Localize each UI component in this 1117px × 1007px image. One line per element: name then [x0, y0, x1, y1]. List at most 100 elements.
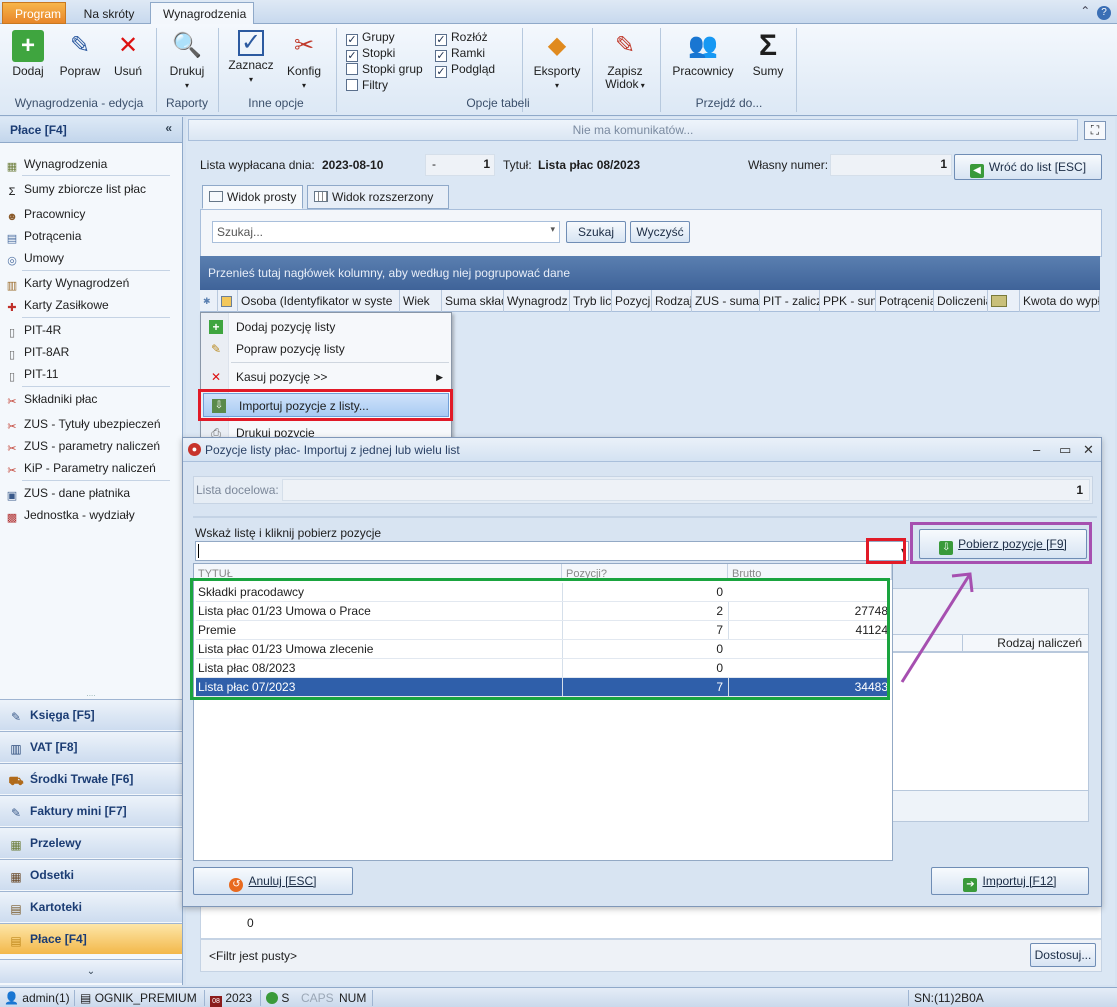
- sidebar-item-16[interactable]: ▩ Jednostka - wydziały: [4, 505, 170, 525]
- menu-item-kasuj[interactable]: ✕ Kasuj pozycję >> ▶: [201, 365, 451, 389]
- caps-indicator: CAPS: [301, 991, 334, 1005]
- popraw-label: Popraw: [59, 64, 101, 78]
- tab-widok-rozszerzony[interactable]: Widok rozszerzony: [307, 185, 449, 209]
- sidebar-item-3[interactable]: ☻ Pracownicy: [4, 204, 170, 224]
- help-icon[interactable]: ?: [1097, 6, 1111, 20]
- drukuj-button[interactable]: 🔍 Drukuj ▾: [166, 30, 208, 92]
- tab-na-skroty[interactable]: Na skróty: [70, 2, 148, 24]
- sidebar-item-15[interactable]: ▣ ZUS - dane płatnika: [4, 483, 170, 503]
- menu-item-drukuj[interactable]: ⎙ Drukuj pozycje: [201, 421, 451, 437]
- menu-item-popraw[interactable]: ✎ Popraw pozycję listy: [201, 337, 451, 361]
- zaznacz-button[interactable]: ✓ Zaznacz ▾: [228, 30, 274, 86]
- sidebar-item-13[interactable]: ✂ ZUS - parametry naliczeń: [4, 436, 170, 456]
- grid-column-header[interactable]: Rodzaj: [652, 290, 692, 312]
- lista-select[interactable]: [195, 541, 909, 561]
- pracownicy-button[interactable]: 👥 Pracownicy: [670, 30, 736, 78]
- grid-column-header[interactable]: Potrącenia: [876, 290, 934, 312]
- szukaj-button[interactable]: Szukaj: [566, 221, 626, 243]
- sidebar-item-label: PIT-11: [24, 367, 59, 381]
- sidebar-item-12[interactable]: ✂ ZUS - Tytuły ubezpieczeń: [4, 414, 170, 434]
- grid-column-header[interactable]: Kwota do wypł: [1020, 290, 1100, 312]
- sidebar-splitter[interactable]: ....: [0, 690, 182, 698]
- grid-column-header[interactable]: Tryb lic: [570, 290, 612, 312]
- filtry-checkbox[interactable]: Filtry: [346, 78, 388, 94]
- nav-button-7[interactable]: ▤ Kartoteki: [0, 891, 182, 922]
- dodaj-button[interactable]: + Dodaj: [10, 30, 46, 78]
- sidebar-item-2[interactable]: Σ Sumy zbiorcze list płac: [4, 179, 170, 199]
- select-all-checkbox[interactable]: [218, 290, 238, 312]
- grid-column-header[interactable]: Wiek: [400, 290, 442, 312]
- maximize-icon[interactable]: ▭: [1059, 442, 1071, 458]
- anuluj-button[interactable]: ↺ Anuluj [ESC]: [193, 867, 353, 895]
- grid-column-header[interactable]: PIT - zalicz: [760, 290, 820, 312]
- grid-column-header[interactable]: Wynagrodz: [504, 290, 570, 312]
- grid-column-header[interactable]: Doliczenia: [934, 290, 988, 312]
- nav-button-5[interactable]: ▦ Przelewy: [0, 827, 182, 858]
- rozloz-checkbox[interactable]: ✓ Rozłóż: [435, 30, 488, 46]
- sidebar-item-1[interactable]: ▦ Wynagrodzenia: [4, 154, 170, 174]
- print-preview-icon: 🔍: [172, 32, 202, 59]
- lista-number: 1: [483, 157, 490, 171]
- sidebar-item-14[interactable]: ✂ KiP - Parametry naliczeń: [4, 458, 170, 478]
- sidebar-item-6[interactable]: ▥ Karty Wynagrodzeń: [4, 273, 170, 293]
- checkbox-select-icon: ✓: [238, 30, 264, 56]
- sidebar-header: Płace [F4] «: [0, 117, 182, 143]
- nav-button-label: Przelewy: [30, 836, 82, 850]
- grid-column-header[interactable]: Osoba (Identyfikator w syste: [238, 290, 400, 312]
- dostosuj-button[interactable]: Dostosuj...: [1030, 943, 1096, 967]
- menu-item-dodaj[interactable]: + Dodaj pozycję listy: [201, 315, 451, 339]
- document-icon: ▯: [8, 327, 16, 339]
- wyczysc-button[interactable]: Wyczyść: [630, 221, 690, 243]
- grid-column-header[interactable]: PPK - sun: [820, 290, 876, 312]
- grid-column-header[interactable]: Pozycj: [612, 290, 652, 312]
- group-by-panel[interactable]: Przenieś tutaj nagłówek kolumny, aby wed…: [200, 256, 1100, 290]
- sidebar-item-9[interactable]: ▯ PIT-8AR: [4, 342, 170, 362]
- nav-button-8[interactable]: ▤ Płace [F4]: [0, 923, 182, 954]
- sidebar-item-7[interactable]: ✚ Karty Zasiłkowe: [4, 295, 170, 315]
- popraw-button[interactable]: ✎ Popraw: [58, 30, 102, 78]
- konfig-button[interactable]: ✂ Konfig ▾: [284, 30, 324, 92]
- sidebar-item-8[interactable]: ▯ PIT-4R: [4, 320, 170, 340]
- search-input[interactable]: Szukaj... ▾: [212, 221, 560, 243]
- close-icon[interactable]: ✕: [1083, 442, 1094, 458]
- grid-column-header[interactable]: ZUS - suma: [692, 290, 760, 312]
- sidebar-item-10[interactable]: ▯ PIT-11: [4, 364, 170, 384]
- wroc-do-list-button[interactable]: ◀ Wróć do list [ESC]: [954, 154, 1102, 180]
- tab-program[interactable]: Program: [2, 2, 66, 24]
- lista-docelowa-label: Lista docelowa:: [196, 483, 279, 497]
- grid-column-header[interactable]: [988, 290, 1020, 312]
- grid-column-header[interactable]: Suma skład: [442, 290, 504, 312]
- collapse-ribbon-icon[interactable]: ⌃: [1080, 4, 1090, 18]
- id-card-icon: ▣: [6, 490, 18, 502]
- database-icon: ▤: [80, 991, 92, 1005]
- collapse-sidebar-icon[interactable]: «: [165, 121, 172, 135]
- database-status: ▤ OGNIK_PREMIUM: [80, 991, 197, 1005]
- zapisz-widok-button[interactable]: ✎ Zapisz Widok ▾: [600, 30, 650, 92]
- nav-button-3[interactable]: ⛟ Środki Trwałe [F6]: [0, 763, 182, 794]
- building-icon: ▩: [6, 512, 18, 524]
- sidebar-item-5[interactable]: ◎ Umowy: [4, 248, 170, 268]
- tab-wynagrodzenia[interactable]: Wynagrodzenia: [150, 2, 254, 25]
- group-label-tabeli: Opcje tabeli: [466, 96, 530, 110]
- nav-button-1[interactable]: ✎ Księga [F5]: [0, 699, 182, 730]
- stopki-checkbox[interactable]: ✓ Stopki: [346, 46, 395, 62]
- sidebar-item-4[interactable]: ▤ Potrącenia: [4, 226, 170, 246]
- nav-button-6[interactable]: ▦ Odsetki: [0, 859, 182, 890]
- sumy-button[interactable]: Σ Sumy: [748, 30, 788, 78]
- nav-button-4[interactable]: ✎ Faktury mini [F7]: [0, 795, 182, 826]
- usun-button[interactable]: ✕ Usuń: [110, 30, 146, 78]
- eksporty-button[interactable]: ◆ Eksporty ▾: [532, 30, 582, 92]
- nav-more-chevron-icon[interactable]: ⌄: [0, 959, 182, 983]
- nav-button-2[interactable]: ▥ VAT [F8]: [0, 731, 182, 762]
- expand-messages-icon[interactable]: ⛶: [1084, 121, 1106, 140]
- podglad-checkbox[interactable]: ✓ Podgląd: [435, 62, 495, 78]
- ramki-checkbox[interactable]: ✓ Ramki: [435, 46, 485, 62]
- minimize-icon[interactable]: –: [1033, 442, 1040, 457]
- grupy-checkbox[interactable]: ✓ Grupy: [346, 30, 395, 46]
- dropdown-arrow-icon[interactable]: ▾: [550, 224, 555, 235]
- stopki-grup-checkbox[interactable]: Stopki grup: [346, 62, 423, 78]
- importuj-button[interactable]: ➔ Importuj [F12]: [931, 867, 1089, 895]
- sumy-label: Sumy: [752, 64, 784, 78]
- tab-widok-prosty[interactable]: Widok prosty: [202, 185, 304, 209]
- sidebar-item-11[interactable]: ✂ Składniki płac: [4, 389, 170, 409]
